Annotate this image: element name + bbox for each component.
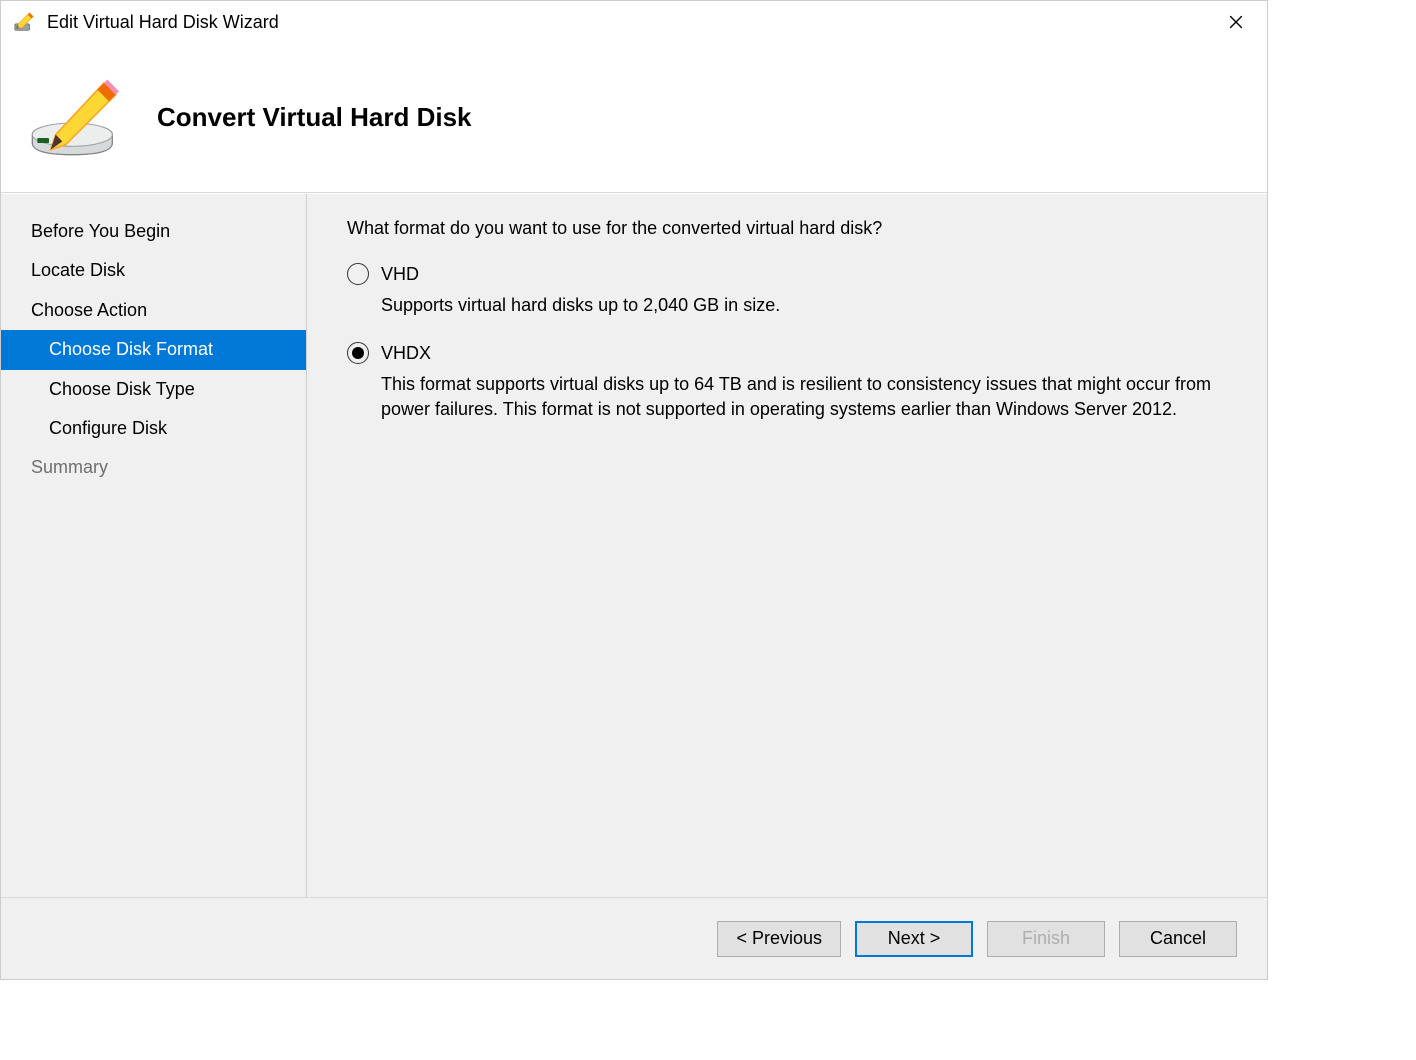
wizard-content: What format do you want to use for the c… — [307, 194, 1267, 897]
step-locate-disk[interactable]: Locate Disk — [1, 251, 306, 290]
option-vhdx-desc: This format supports virtual disks up to… — [381, 372, 1227, 422]
disk-edit-icon — [13, 11, 35, 33]
window-title: Edit Virtual Hard Disk Wizard — [47, 12, 1213, 33]
option-vhd: VHD Supports virtual hard disks up to 2,… — [347, 263, 1227, 318]
step-choose-disk-type[interactable]: Choose Disk Type — [1, 370, 306, 409]
previous-button[interactable]: < Previous — [717, 921, 841, 957]
step-choose-disk-format[interactable]: Choose Disk Format — [1, 330, 306, 369]
wizard-steps-sidebar: Before You Begin Locate Disk Choose Acti… — [1, 194, 307, 897]
finish-button: Finish — [987, 921, 1105, 957]
option-vhd-desc: Supports virtual hard disks up to 2,040 … — [381, 293, 1227, 318]
option-vhdx: VHDX This format supports virtual disks … — [347, 342, 1227, 422]
radio-vhd[interactable] — [347, 263, 369, 285]
wizard-footer: < Previous Next > Finish Cancel — [1, 897, 1267, 979]
option-vhdx-row[interactable]: VHDX — [347, 342, 1227, 364]
titlebar: Edit Virtual Hard Disk Wizard — [1, 1, 1267, 43]
hard-disk-pencil-icon — [29, 73, 129, 163]
next-button[interactable]: Next > — [855, 921, 973, 957]
step-configure-disk[interactable]: Configure Disk — [1, 409, 306, 448]
close-button[interactable] — [1213, 6, 1259, 38]
option-vhd-row[interactable]: VHD — [347, 263, 1227, 285]
wizard-body: Before You Begin Locate Disk Choose Acti… — [1, 193, 1267, 897]
step-choose-action[interactable]: Choose Action — [1, 291, 306, 330]
page-title: Convert Virtual Hard Disk — [157, 102, 472, 133]
format-prompt: What format do you want to use for the c… — [347, 218, 1227, 239]
radio-vhdx[interactable] — [347, 342, 369, 364]
wizard-window: Edit Virtual Hard Disk Wizard Convert Vi… — [0, 0, 1268, 980]
cancel-button[interactable]: Cancel — [1119, 921, 1237, 957]
wizard-header: Convert Virtual Hard Disk — [1, 43, 1267, 193]
option-vhd-label: VHD — [381, 264, 419, 285]
step-summary[interactable]: Summary — [1, 448, 306, 487]
option-vhdx-label: VHDX — [381, 343, 431, 364]
step-before-you-begin[interactable]: Before You Begin — [1, 212, 306, 251]
